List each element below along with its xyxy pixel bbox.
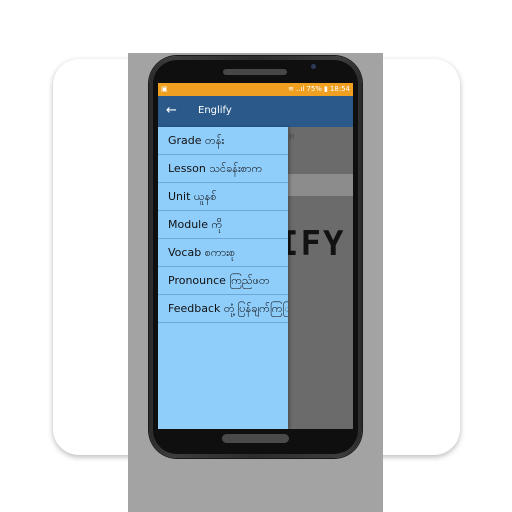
signal-icon: ..ıl bbox=[296, 85, 305, 93]
drawer-item-pronounce[interactable]: Pronounce ကြည်ဖတ bbox=[158, 267, 288, 295]
drawer-item-vocab[interactable]: Vocab စကားစု bbox=[158, 239, 288, 267]
wifi-icon: ≋ bbox=[288, 85, 295, 93]
battery-percent: 75% bbox=[306, 85, 322, 93]
speaker-grille bbox=[222, 434, 289, 443]
clock: 18:54 bbox=[329, 85, 350, 93]
arrow-left-icon[interactable]: ← bbox=[166, 102, 177, 120]
camera-icon bbox=[311, 64, 316, 69]
notification-icon: ▣ bbox=[161, 85, 168, 93]
content-banner bbox=[288, 174, 353, 196]
launcher-icon: ▣ ≋ ..ıl 75% ▮ 18:54 ← Englify !!! IFY G… bbox=[0, 0, 512, 512]
drawer-item-grade[interactable]: Grade တန်း bbox=[158, 127, 288, 155]
battery-icon: ▮ bbox=[323, 85, 328, 93]
drawer-item-lesson[interactable]: Lesson သင်ခန်းစာက bbox=[158, 155, 288, 183]
app-title: Englify bbox=[198, 105, 232, 116]
earpiece bbox=[223, 69, 287, 75]
logo-word: IFY bbox=[278, 224, 346, 264]
drawer-item-unit[interactable]: Unit ယူနစ် bbox=[158, 183, 288, 211]
drawer-item-module[interactable]: Module ကို bbox=[158, 211, 288, 239]
navigation-drawer: Grade တန်း Lesson သင်ခန်းစာက Unit ယူနစ် … bbox=[158, 127, 288, 429]
app-bar: ← Englify bbox=[158, 96, 353, 127]
status-bar: ▣ ≋ ..ıl 75% ▮ 18:54 bbox=[158, 83, 353, 96]
phone-screen: ▣ ≋ ..ıl 75% ▮ 18:54 ← Englify !!! IFY G… bbox=[158, 83, 353, 429]
status-icons: ≋ ..ıl 75% ▮ 18:54 bbox=[288, 83, 350, 96]
drawer-item-feedback[interactable]: Feedback တုံ့ပြန်ချက်ကြြ bbox=[158, 295, 288, 323]
